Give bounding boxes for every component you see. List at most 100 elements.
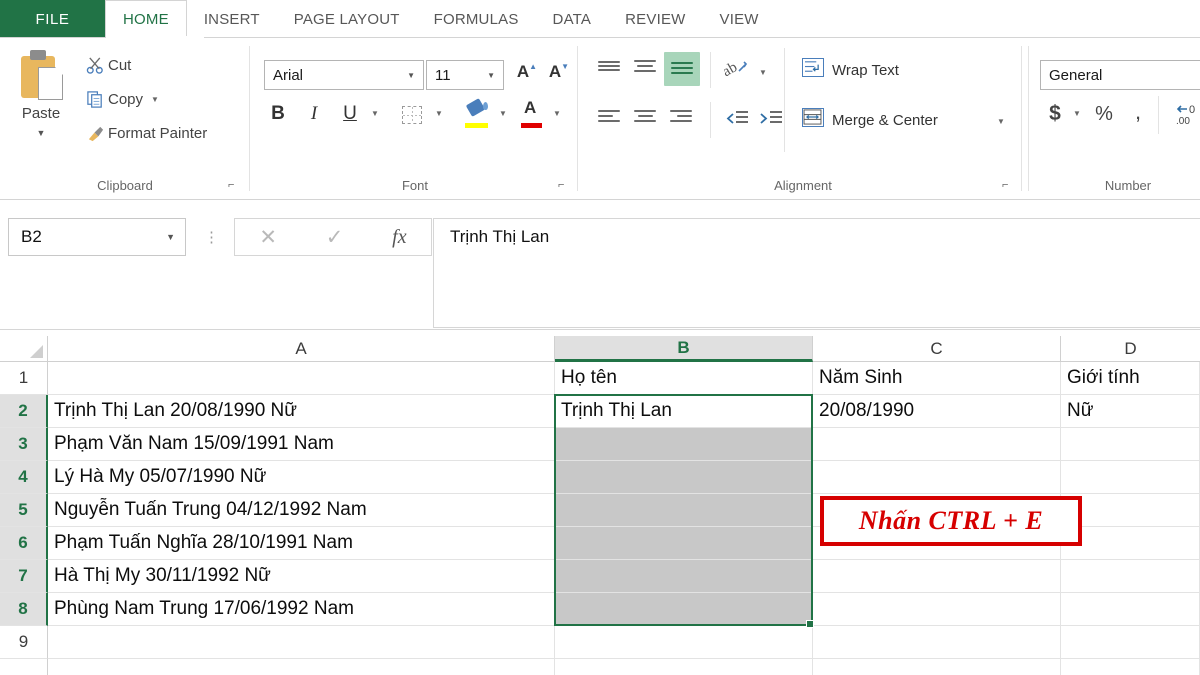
font-size-select[interactable]: 11 ▼ bbox=[426, 60, 504, 90]
cell-B6[interactable] bbox=[555, 527, 813, 560]
currency-dropdown-caret[interactable]: ▼ bbox=[1070, 106, 1084, 120]
tab-data[interactable]: DATA bbox=[536, 0, 609, 38]
cell-D9[interactable] bbox=[1061, 626, 1200, 659]
chevron-down-icon[interactable]: ▼ bbox=[166, 232, 185, 242]
cell-A7[interactable]: Hà Thị My 30/11/1992 Nữ bbox=[48, 560, 555, 593]
formula-input[interactable]: Trịnh Thị Lan bbox=[433, 218, 1200, 328]
cancel-icon[interactable]: ✕ bbox=[259, 225, 277, 250]
column-header-c[interactable]: C bbox=[813, 336, 1061, 362]
cell-A10[interactable] bbox=[48, 659, 555, 675]
merge-center-dropdown-caret[interactable]: ▼ bbox=[994, 114, 1008, 128]
copy-button[interactable]: Copy ▼ bbox=[82, 90, 159, 109]
percent-button[interactable]: % bbox=[1092, 100, 1116, 128]
row-header-3[interactable]: 3 bbox=[0, 428, 48, 461]
paste-dropdown-caret[interactable]: ▼ bbox=[37, 128, 46, 138]
cell-C7[interactable] bbox=[813, 560, 1061, 593]
column-header-d[interactable]: D bbox=[1061, 336, 1200, 362]
cell-A8[interactable]: Phùng Nam Trung 17/06/1992 Nam bbox=[48, 593, 555, 626]
row-header-1[interactable]: 1 bbox=[0, 362, 48, 395]
align-left-button[interactable] bbox=[598, 110, 620, 126]
merge-center-label[interactable]: Merge & Center bbox=[832, 112, 938, 129]
column-header-b[interactable]: B bbox=[555, 336, 813, 362]
tab-formulas[interactable]: FORMULAS bbox=[417, 0, 536, 38]
format-painter-button[interactable]: Format Painter bbox=[82, 124, 207, 143]
row-header-2[interactable]: 2 bbox=[0, 395, 48, 428]
cell-D7[interactable] bbox=[1061, 560, 1200, 593]
cell-A3[interactable]: Phạm Văn Nam 15/09/1991 Nam bbox=[48, 428, 555, 461]
tab-home[interactable]: HOME bbox=[105, 0, 187, 38]
cell-D4[interactable] bbox=[1061, 461, 1200, 494]
cell-B7[interactable] bbox=[555, 560, 813, 593]
name-box[interactable]: B2 ▼ bbox=[8, 218, 186, 256]
font-color-icon[interactable]: A bbox=[524, 98, 536, 118]
cell-B1[interactable]: Họ tên bbox=[555, 362, 813, 395]
chevron-down-icon[interactable]: ▼ bbox=[407, 71, 423, 80]
clipboard-dialog-launcher[interactable]: ⌐ bbox=[228, 180, 240, 192]
decrease-decimal-button[interactable]: .00 0 bbox=[1174, 102, 1200, 128]
row-header-8[interactable]: 8 bbox=[0, 593, 48, 626]
row-header-10[interactable] bbox=[0, 659, 48, 675]
cell-A1[interactable] bbox=[48, 362, 555, 395]
select-all-corner[interactable] bbox=[0, 336, 48, 362]
cell-B8[interactable] bbox=[555, 593, 813, 626]
cell-B3[interactable] bbox=[555, 428, 813, 461]
cell-D8[interactable] bbox=[1061, 593, 1200, 626]
borders-dropdown-caret[interactable]: ▼ bbox=[432, 106, 446, 120]
cell-B10[interactable] bbox=[555, 659, 813, 675]
cell-C8[interactable] bbox=[813, 593, 1061, 626]
cell-A4[interactable]: Lý Hà My 05/07/1990 Nữ bbox=[48, 461, 555, 494]
number-format-select[interactable]: General bbox=[1040, 60, 1200, 90]
align-right-button[interactable] bbox=[670, 110, 692, 126]
row-header-9[interactable]: 9 bbox=[0, 626, 48, 659]
cell-D2[interactable]: Nữ bbox=[1061, 395, 1200, 428]
cell-A5[interactable]: Nguyễn Tuấn Trung 04/12/1992 Nam bbox=[48, 494, 555, 527]
enter-icon[interactable]: ✓ bbox=[326, 225, 344, 250]
tab-insert[interactable]: INSERT bbox=[187, 0, 277, 38]
cell-C3[interactable] bbox=[813, 428, 1061, 461]
increase-font-size-button[interactable]: A ▲ bbox=[514, 62, 540, 88]
cell-C10[interactable] bbox=[813, 659, 1061, 675]
cell-A9[interactable] bbox=[48, 626, 555, 659]
align-middle-button[interactable] bbox=[634, 60, 656, 76]
row-header-4[interactable]: 4 bbox=[0, 461, 48, 494]
decrease-indent-button[interactable] bbox=[726, 111, 748, 126]
fill-color-dropdown-caret[interactable]: ▼ bbox=[496, 106, 510, 120]
tab-page-layout[interactable]: PAGE LAYOUT bbox=[277, 0, 417, 38]
font-dialog-launcher[interactable]: ⌐ bbox=[558, 180, 570, 192]
cell-C9[interactable] bbox=[813, 626, 1061, 659]
cell-C1[interactable]: Năm Sinh bbox=[813, 362, 1061, 395]
underline-dropdown-caret[interactable]: ▼ bbox=[368, 106, 382, 120]
column-header-a[interactable]: A bbox=[48, 336, 555, 362]
wrap-text-label[interactable]: Wrap Text bbox=[832, 62, 899, 79]
orientation-icon[interactable]: ab bbox=[720, 58, 748, 80]
currency-button[interactable]: $ bbox=[1044, 100, 1066, 128]
cell-C2[interactable]: 20/08/1990 bbox=[813, 395, 1061, 428]
cell-B2[interactable]: Trịnh Thị Lan bbox=[555, 395, 813, 428]
tab-file[interactable]: FILE bbox=[0, 0, 105, 38]
cell-D10[interactable] bbox=[1061, 659, 1200, 675]
decrease-font-size-button[interactable]: A ▼ bbox=[546, 62, 572, 88]
cell-C4[interactable] bbox=[813, 461, 1061, 494]
comma-button[interactable]: , bbox=[1128, 98, 1148, 126]
insert-function-icon[interactable]: fx bbox=[392, 226, 406, 249]
wrap-text-icon[interactable] bbox=[802, 58, 824, 77]
cell-B4[interactable] bbox=[555, 461, 813, 494]
increase-indent-button[interactable] bbox=[760, 111, 782, 126]
paste-button[interactable]: Paste ▼ bbox=[10, 50, 72, 162]
chevron-down-icon[interactable]: ▼ bbox=[487, 71, 503, 80]
cell-D3[interactable] bbox=[1061, 428, 1200, 461]
font-family-select[interactable]: Arial ▼ bbox=[264, 60, 424, 90]
row-header-5[interactable]: 5 bbox=[0, 494, 48, 527]
fill-color-icon[interactable] bbox=[465, 98, 490, 124]
cell-B9[interactable] bbox=[555, 626, 813, 659]
orientation-dropdown-caret[interactable]: ▼ bbox=[756, 65, 770, 79]
tab-view[interactable]: VIEW bbox=[703, 0, 776, 38]
cell-A2[interactable]: Trịnh Thị Lan 20/08/1990 Nữ bbox=[48, 395, 555, 428]
align-top-button[interactable] bbox=[598, 60, 620, 76]
tab-review[interactable]: REVIEW bbox=[608, 0, 702, 38]
cut-button[interactable]: Cut bbox=[82, 56, 131, 75]
cell-B5[interactable] bbox=[555, 494, 813, 527]
alignment-dialog-launcher[interactable]: ⌐ bbox=[1002, 180, 1014, 192]
borders-icon[interactable] bbox=[402, 106, 422, 124]
row-header-7[interactable]: 7 bbox=[0, 560, 48, 593]
